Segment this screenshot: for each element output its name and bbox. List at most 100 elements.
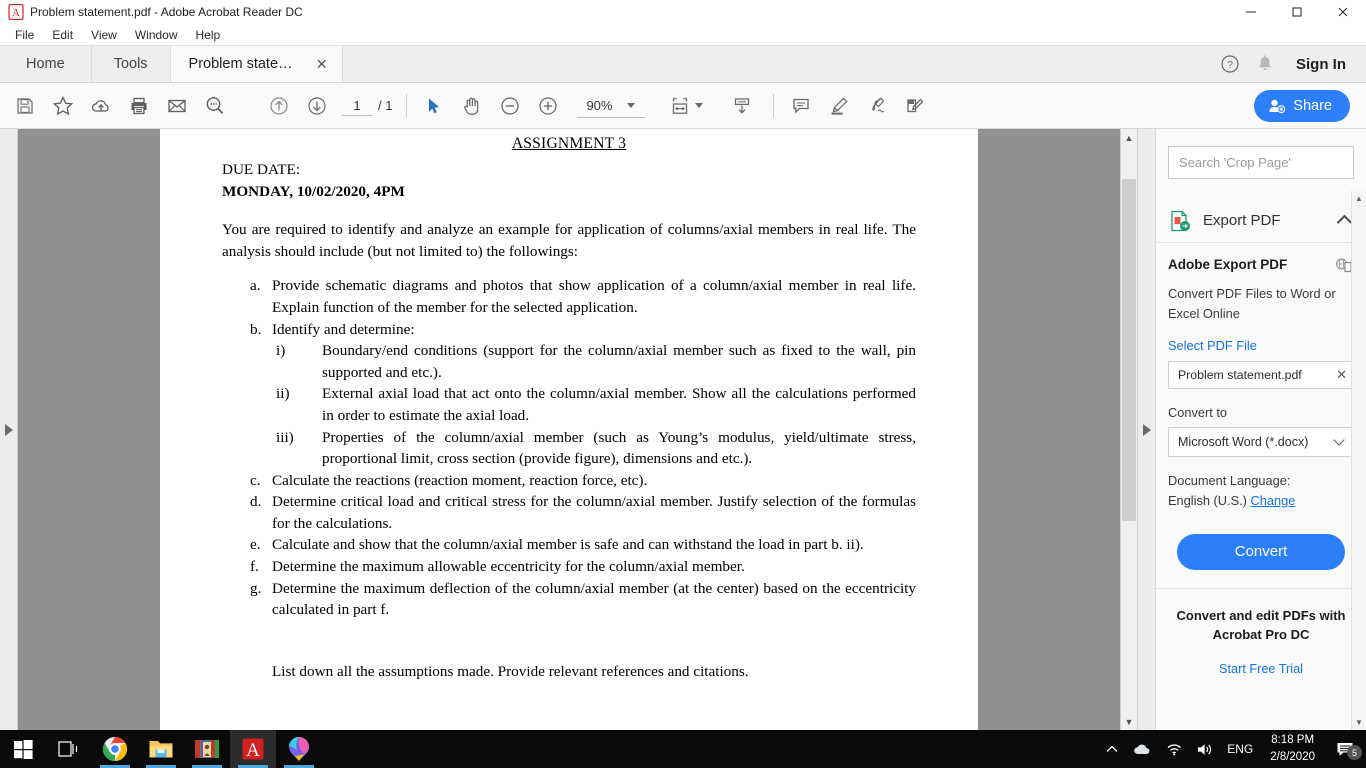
page-total-label: / 1 — [378, 98, 393, 113]
search-icon[interactable] — [196, 87, 234, 125]
assignment-items-list: a. Provide schematic diagrams and photos… — [222, 275, 916, 620]
list-item-text: Provide schematic diagrams and photos th… — [272, 277, 916, 317]
file-explorer-app[interactable] — [138, 730, 184, 768]
toolbar-file-group — [6, 87, 234, 125]
star-icon[interactable] — [44, 87, 82, 125]
convert-to-label: Convert to — [1168, 404, 1228, 420]
zoom-in-icon[interactable] — [529, 87, 567, 125]
action-center-icon[interactable]: 5 — [1332, 741, 1362, 760]
share-button[interactable]: Share — [1254, 89, 1350, 122]
sign-icon[interactable] — [858, 87, 896, 125]
export-pdf-title: Export PDF — [1203, 212, 1281, 229]
comment-icon[interactable] — [782, 87, 820, 125]
export-pdf-panel-body: Adobe Export PDF Convert PDF Files to Wo… — [1156, 243, 1366, 570]
print-icon[interactable] — [120, 87, 158, 125]
scroll-down-icon[interactable]: ▼ — [1121, 713, 1137, 730]
menu-help[interactable]: Help — [187, 26, 230, 44]
document-scrollbar[interactable]: ▲ ▼ — [1120, 129, 1137, 730]
list-item-text: Determine the maximum allowable eccentri… — [272, 557, 745, 575]
share-button-label: Share — [1293, 97, 1332, 114]
sign-in-button[interactable]: Sign In — [1290, 56, 1352, 73]
menu-window[interactable]: Window — [126, 26, 187, 44]
chevron-down-icon[interactable] — [627, 102, 636, 108]
zoom-out-icon[interactable] — [491, 87, 529, 125]
wifi-icon[interactable] — [1165, 742, 1183, 756]
tools-search-box[interactable]: Search 'Crop Page' — [1168, 146, 1354, 179]
email-icon[interactable] — [158, 87, 196, 125]
show-hidden-icons-icon[interactable] — [1105, 744, 1119, 754]
tab-document[interactable]: Problem statement.... ✕ — [170, 46, 343, 82]
convert-to-dropdown[interactable]: Microsoft Word (*.docx) — [1168, 426, 1354, 457]
previous-page-icon[interactable] — [260, 87, 298, 125]
scroll-mode-icon[interactable] — [723, 87, 761, 125]
menu-bar: File Edit View Window Help — [0, 24, 1366, 46]
expand-left-panel-icon[interactable] — [5, 423, 13, 436]
tab-tools[interactable]: Tools — [91, 46, 171, 82]
toolbar-divider — [406, 93, 408, 118]
upload-cloud-icon[interactable] — [82, 87, 120, 125]
scrollbar-thumb[interactable] — [1122, 179, 1136, 521]
zoom-level-control[interactable]: 90% — [577, 94, 646, 118]
tools-right-panel: Search 'Crop Page' Export PDF Adobe Expo… — [1155, 129, 1366, 730]
tab-tools-label: Tools — [113, 56, 148, 72]
onedrive-icon[interactable] — [1132, 742, 1152, 756]
acrobat-reader-app[interactable]: A — [230, 730, 276, 768]
convert-button[interactable]: Convert — [1177, 533, 1345, 570]
panel-scroll-down-icon[interactable]: ▼ — [1352, 715, 1366, 730]
menu-edit[interactable]: Edit — [43, 26, 82, 44]
main-content-area: ASSIGNMENT 3 DUE DATE: MONDAY, 10/02/202… — [0, 129, 1366, 730]
select-tool-icon[interactable] — [415, 87, 453, 125]
close-icon[interactable]: ✕ — [316, 56, 328, 73]
menu-view[interactable]: View — [82, 26, 126, 44]
collapse-right-panel-icon[interactable] — [1143, 423, 1151, 436]
close-button[interactable] — [1320, 0, 1366, 24]
adobe-export-pdf-row: Adobe Export PDF — [1168, 257, 1354, 275]
right-panel-collapse-rail[interactable] — [1137, 129, 1155, 730]
list-item-marker: ii) — [276, 385, 290, 403]
help-icon[interactable]: ? — [1220, 54, 1240, 74]
notifications-bell-icon[interactable] — [1256, 54, 1274, 74]
list-item: a. Provide schematic diagrams and photos… — [222, 275, 916, 318]
maximize-button[interactable] — [1274, 0, 1320, 24]
volume-icon[interactable] — [1196, 742, 1214, 757]
remove-file-icon[interactable]: ✕ — [1330, 367, 1347, 383]
document-intro: You are required to identify and analyze… — [222, 221, 916, 260]
chevron-up-icon[interactable] — [1336, 214, 1353, 231]
change-language-link[interactable]: Change — [1251, 493, 1296, 508]
paint-3d-app[interactable] — [276, 730, 322, 768]
hand-tool-icon[interactable] — [453, 87, 491, 125]
svg-text:A: A — [246, 740, 260, 761]
right-panel-scrollbar[interactable]: ▲ ▼ — [1351, 191, 1366, 730]
language-indicator[interactable]: ENG — [1227, 742, 1253, 756]
scroll-up-icon[interactable]: ▲ — [1121, 129, 1137, 146]
menu-file[interactable]: File — [6, 26, 43, 44]
chrome-app[interactable] — [92, 730, 138, 768]
highlight-icon[interactable] — [820, 87, 858, 125]
winrar-app[interactable] — [184, 730, 230, 768]
convert-to-value: Microsoft Word (*.docx) — [1178, 434, 1309, 449]
clock[interactable]: 8:18 PM 2/8/2020 — [1266, 732, 1319, 765]
page-number-input[interactable] — [342, 95, 372, 116]
save-icon[interactable] — [6, 87, 44, 125]
start-button[interactable] — [0, 730, 46, 768]
panel-scroll-up-icon[interactable]: ▲ — [1352, 191, 1366, 206]
export-pdf-section-header[interactable]: Export PDF — [1156, 199, 1366, 243]
selected-file-box[interactable]: Problem statement.pdf ✕ — [1168, 360, 1354, 389]
task-view-button[interactable] — [46, 730, 92, 768]
document-viewport[interactable]: ASSIGNMENT 3 DUE DATE: MONDAY, 10/02/202… — [18, 129, 1120, 730]
minimize-button[interactable] — [1228, 0, 1274, 24]
fill-and-sign-icon[interactable] — [896, 87, 934, 125]
list-item-marker: d. — [250, 493, 262, 511]
next-page-icon[interactable] — [298, 87, 336, 125]
fit-width-icon[interactable] — [661, 87, 699, 125]
left-navigation-rail[interactable] — [0, 129, 18, 730]
fit-width-dropdown-icon[interactable] — [695, 103, 704, 108]
tools-search-placeholder: Search 'Crop Page' — [1179, 155, 1291, 170]
tab-home[interactable]: Home — [0, 46, 92, 82]
start-free-trial-link[interactable]: Start Free Trial — [1166, 662, 1356, 676]
list-item-text: Identify and determine: — [272, 320, 415, 338]
select-pdf-file-link[interactable]: Select PDF File — [1168, 338, 1354, 353]
tab-bar: Home Tools Problem statement.... ✕ ? Sig… — [0, 46, 1366, 83]
list-item: c. Calculate the reactions (reaction mom… — [222, 470, 916, 492]
chevron-down-icon[interactable] — [1333, 434, 1345, 446]
